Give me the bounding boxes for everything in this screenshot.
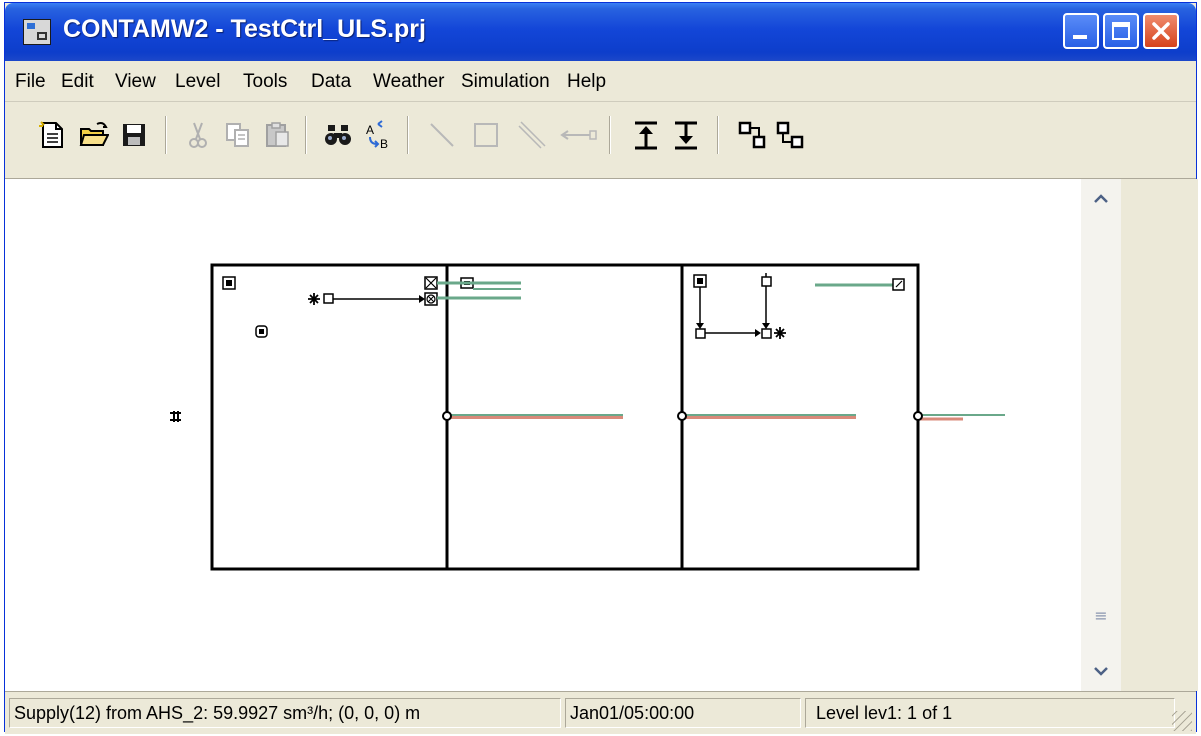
chevron-up-icon (1094, 194, 1108, 203)
svg-text:A: A (366, 123, 374, 137)
building-floorplan[interactable] (5, 179, 1081, 691)
flow-path-icon[interactable] (913, 411, 923, 421)
chevron-down-icon (1094, 667, 1108, 676)
copy-icon (226, 123, 249, 147)
maximize-icon (1112, 22, 1130, 40)
draw-rect-button[interactable] (465, 116, 507, 154)
menu-view[interactable]: View (115, 71, 156, 93)
menu-edit[interactable]: Edit (61, 71, 94, 93)
menu-level[interactable]: Level (175, 71, 220, 93)
control-link-arrow (419, 295, 425, 303)
find-button[interactable] (319, 116, 357, 154)
status-message: Supply(12) from AHS_2: 59.9927 sm³/h; (0… (9, 698, 561, 728)
cut-icon (189, 122, 207, 148)
damper-icon[interactable] (424, 276, 438, 290)
flow-path-icon[interactable] (442, 411, 452, 421)
open-button[interactable] (75, 116, 113, 154)
level-up-button[interactable] (627, 116, 665, 154)
minimize-icon (1073, 35, 1087, 39)
svg-text:B: B (380, 137, 388, 150)
new-icon (39, 121, 63, 148)
control-node-icon[interactable] (695, 328, 706, 339)
paste-level-button[interactable] (771, 116, 809, 154)
toolbar-separator (165, 116, 167, 154)
open-icon (79, 122, 109, 146)
draw-diagonal-button[interactable] (511, 116, 553, 154)
paste-button[interactable] (259, 116, 297, 154)
copy-level-icon (738, 121, 766, 149)
control-link-arrow (755, 329, 761, 337)
window-title: CONTAMW2 - TestCtrl_ULS.prj (63, 15, 426, 43)
sensor-icon[interactable] (308, 293, 320, 305)
draw-leader-icon (560, 130, 597, 140)
zone-icon[interactable] (222, 276, 236, 290)
level-icon[interactable] (170, 411, 181, 422)
sketchpad-canvas[interactable] (5, 179, 1081, 691)
menu-help[interactable]: Help (567, 71, 606, 93)
draw-line-icon (430, 123, 454, 147)
draw-rect-icon (474, 123, 498, 147)
menu-weather[interactable]: Weather (373, 71, 444, 93)
toolbar-separator (305, 116, 307, 154)
close-icon (1152, 22, 1170, 40)
control-node-icon[interactable] (761, 273, 772, 287)
scroll-up-button[interactable] (1085, 183, 1117, 215)
scroll-down-button[interactable] (1085, 655, 1117, 687)
cut-button[interactable] (179, 116, 217, 154)
status-time: Jan01/05:00:00 (565, 698, 801, 728)
zone-icon[interactable] (693, 274, 707, 288)
control-node-icon[interactable] (761, 328, 772, 339)
find-icon (325, 125, 351, 145)
menu-bar: File Edit View Level Tools Data Weather … (5, 61, 1196, 102)
toolbar-separator (609, 116, 611, 154)
draw-line-button[interactable] (421, 116, 463, 154)
damper-icon[interactable] (424, 292, 438, 306)
new-button[interactable] (33, 116, 71, 154)
sensor-icon[interactable] (774, 327, 786, 339)
control-link-arrow (696, 323, 704, 329)
application-window: CONTAMW2 - TestCtrl_ULS.prj File Edit Vi… (4, 2, 1198, 734)
contaminant-source-icon[interactable] (255, 325, 268, 338)
replace-icon: AB (366, 120, 388, 150)
paste-icon (266, 122, 289, 147)
close-button[interactable] (1143, 13, 1179, 49)
level-down-icon (675, 121, 697, 150)
vertical-scrollbar[interactable]: ≡ (1081, 179, 1121, 691)
app-icon[interactable] (23, 19, 51, 45)
save-icon (123, 124, 145, 146)
draw-diagonal-icon (518, 121, 546, 149)
maximize-button[interactable] (1103, 13, 1139, 49)
window-margin (1121, 179, 1198, 691)
draw-leader-button[interactable] (557, 116, 601, 154)
menu-file[interactable]: File (15, 71, 46, 93)
control-link-arrow (762, 323, 770, 329)
status-bar: Supply(12) from AHS_2: 59.9927 sm³/h; (0… (5, 691, 1196, 734)
flow-path-icon[interactable] (677, 411, 687, 421)
paste-level-icon (776, 121, 804, 149)
scroll-thumb-grip[interactable]: ≡ (1085, 603, 1117, 627)
toolbar: AB (5, 102, 1196, 179)
menu-tools[interactable]: Tools (243, 71, 287, 93)
minimize-button[interactable] (1063, 13, 1099, 49)
status-level: Level lev1: 1 of 1 (805, 698, 1175, 728)
control-node-icon[interactable] (323, 293, 334, 304)
copy-level-button[interactable] (733, 116, 771, 154)
terminal-icon[interactable] (892, 278, 905, 291)
save-button[interactable] (115, 116, 153, 154)
menu-simulation[interactable]: Simulation (461, 71, 550, 93)
menu-data[interactable]: Data (311, 71, 351, 93)
toolbar-separator (407, 116, 409, 154)
title-bar[interactable]: CONTAMW2 - TestCtrl_ULS.prj (5, 3, 1196, 61)
copy-button[interactable] (219, 116, 257, 154)
resize-grip[interactable] (1172, 711, 1192, 731)
level-up-icon (635, 121, 657, 150)
toolbar-separator (717, 116, 719, 154)
level-down-button[interactable] (667, 116, 705, 154)
replace-button[interactable]: AB (361, 116, 399, 154)
